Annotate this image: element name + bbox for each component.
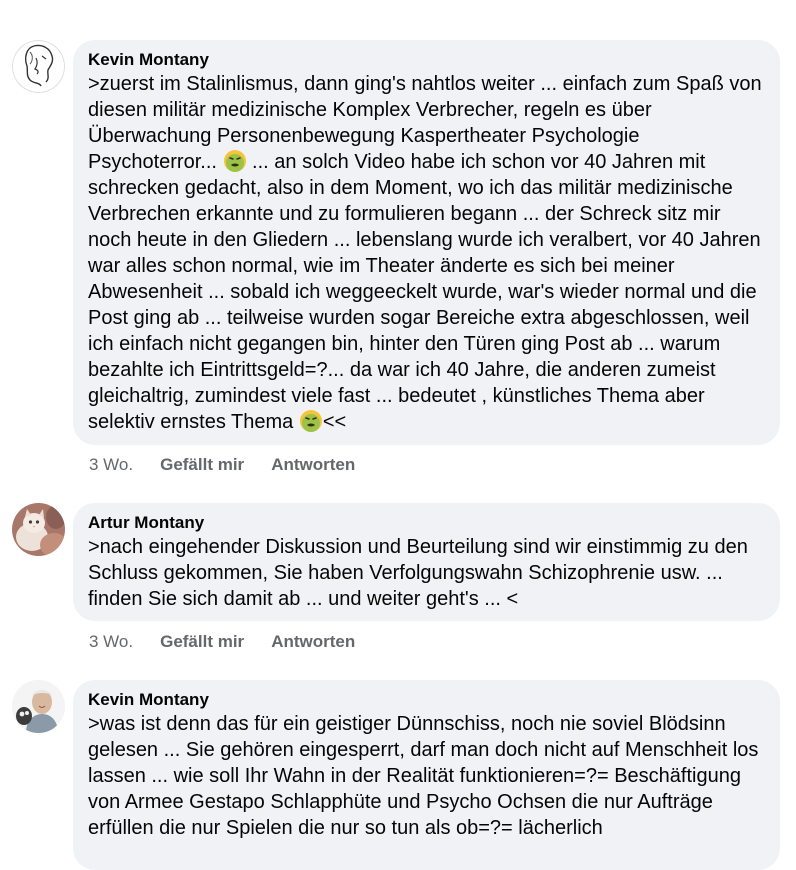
comment-text: >zuerst im Stalinlismus, dann ging's nah… (88, 71, 766, 435)
avatar[interactable] (12, 503, 65, 556)
nauseated-face-icon (223, 149, 247, 173)
comment-timestamp[interactable]: 3 Wo. (89, 454, 133, 476)
comment-text: >was ist denn das für ein geistiger Dünn… (88, 713, 764, 839)
comment-actions: 3 Wo. Gefällt mir Antworten (89, 631, 382, 653)
like-button[interactable]: Gefällt mir (160, 631, 244, 653)
avatar-man-photo-icon (12, 680, 65, 733)
comment-author[interactable]: Kevin Montany (88, 689, 766, 711)
comment-timestamp[interactable]: 3 Wo. (89, 631, 133, 653)
comment-author[interactable]: Artur Montany (88, 512, 766, 534)
comment-bubble: Artur Montany >nach eingehender Diskussi… (73, 503, 780, 621)
avatar[interactable] (12, 680, 65, 733)
comment-bubble: Kevin Montany >zuerst im Stalinlismus, d… (73, 40, 780, 445)
comment-author[interactable]: Kevin Montany (88, 49, 766, 71)
comment-actions: 3 Wo. Gefällt mir Antworten (89, 454, 382, 476)
nauseated-face-icon (299, 409, 323, 433)
comment-text: >nach eingehender Diskussion und Beurtei… (88, 536, 754, 610)
comment-text-part: ... an solch Video habe ich schon vor 40… (88, 151, 767, 433)
comment-text-part: << (322, 411, 347, 433)
reply-button[interactable]: Antworten (271, 454, 355, 476)
avatar[interactable] (12, 40, 65, 93)
avatar-cat-photo-icon (12, 503, 65, 556)
comment-bubble: Kevin Montany >was ist denn das für ein … (73, 680, 780, 870)
like-button[interactable]: Gefällt mir (160, 454, 244, 476)
previous-comment-clipped (80, 0, 680, 6)
avatar-sketch-face-icon (12, 40, 65, 93)
reply-button[interactable]: Antworten (271, 631, 355, 653)
